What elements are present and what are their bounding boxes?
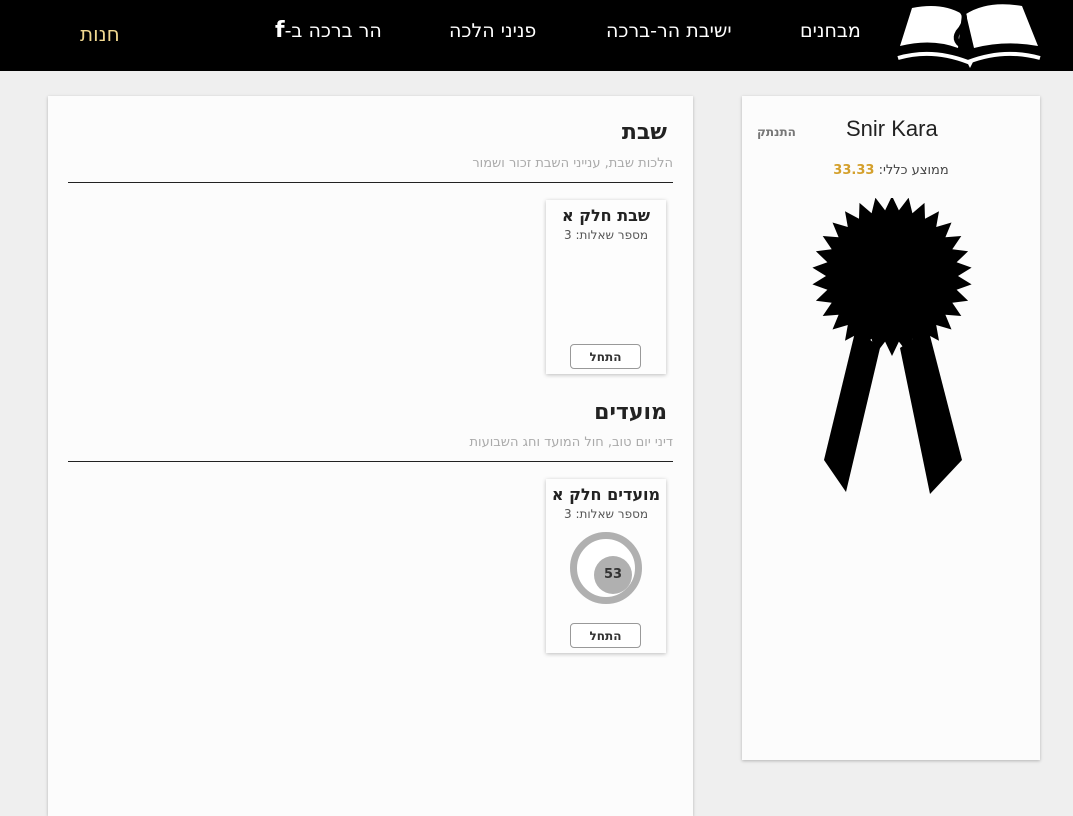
exam-card-shabbat-a: שבת חלק א מספר שאלות: 3 התחל [546,200,666,374]
start-exam-button[interactable]: התחל [570,623,641,648]
section-title-shabbat: שבת [621,120,667,145]
logout-link[interactable]: התנתק [757,125,796,139]
nav-facebook-label: הר ברכה ב- [284,20,382,42]
average-score-row: ממוצע כללי: 33.33 [742,163,1040,178]
section-subtitle-moadim: דיני יום טוב, חול המועד וחג השבועות [469,435,673,450]
user-name: Snir Kara [846,116,938,141]
average-label: ממוצע כללי: [878,163,949,178]
score-ring: 53 [570,532,642,604]
nav-pninei-halacha[interactable]: פניני הלכה [449,20,536,42]
open-book-logo-icon[interactable] [896,2,1042,68]
start-exam-button[interactable]: התחל [570,344,641,369]
section-divider [68,182,673,183]
nav-exams[interactable]: מבחנים [800,20,861,42]
section-divider [68,461,673,462]
award-ribbon-icon [812,198,972,494]
section-subtitle-shabbat: הלכות שבת, ענייני השבת זכור ושמור [472,156,673,171]
exam-card-moadim-a: מועדים חלק א מספר שאלות: 3 53 התחל [546,479,666,653]
exams-panel: שבת הלכות שבת, ענייני השבת זכור ושמור שב… [48,96,693,816]
nav-shop[interactable]: חנות [80,22,120,46]
facebook-icon: f [275,18,285,43]
exam-card-title: שבת חלק א [561,206,651,225]
section-title-moadim: מועדים [594,400,667,425]
average-value: 33.33 [833,163,875,178]
nav-yeshiva[interactable]: ישיבת הר-ברכה [606,20,732,42]
nav-facebook[interactable]: הר ברכה ב-f [275,18,382,43]
top-navbar: מבחנים ישיבת הר-ברכה פניני הלכה הר ברכה … [0,0,1073,71]
profile-panel: Snir Kara התנתק ממוצע כללי: 33.33 [742,96,1040,760]
exam-score: 53 [594,556,632,594]
exam-question-count: מספר שאלות: 3 [563,228,649,242]
exam-card-title: מועדים חלק א [551,485,661,504]
exam-question-count: מספר שאלות: 3 [563,507,649,521]
